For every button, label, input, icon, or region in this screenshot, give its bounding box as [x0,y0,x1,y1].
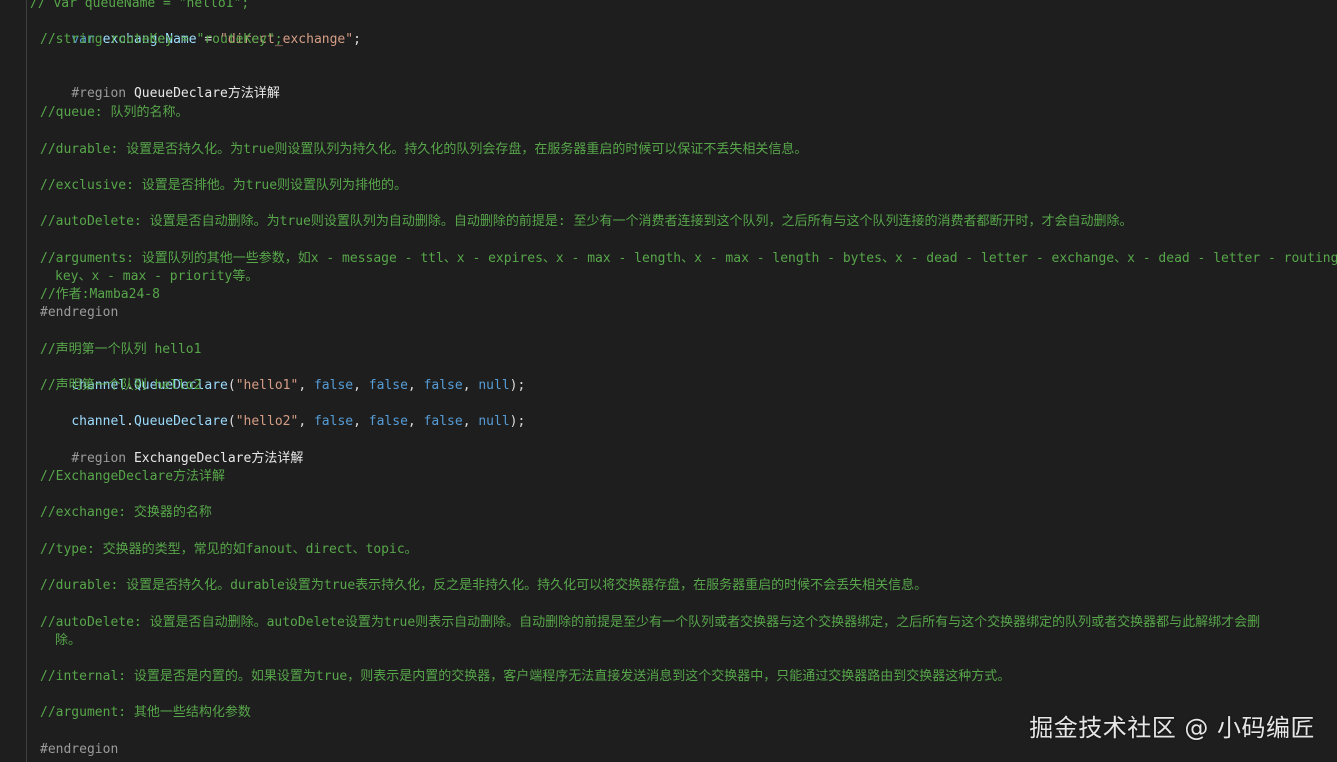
region-name: ExchangeDeclare方法详解 [133,451,304,466]
comma: , [407,414,424,429]
region-directive: #region [71,86,127,101]
dot: . [126,414,134,429]
arg-durable: false [313,378,354,393]
comma: , [462,378,479,393]
comma: , [298,414,314,429]
code-line-commented-route-key: //string routeKey = "routeKey"; [40,32,283,47]
indent-guide [26,0,27,762]
comment-exclusive: //exclusive: 设置是否排他。为true则设置队列为排他的。 [40,178,408,193]
comment-exchange-auto-delete: //autoDelete: 设置是否自动删除。autoDelete设置为true… [40,615,1261,630]
comment-author: //作者:Mamba24-8 [40,287,160,302]
comment-exchange: //exchange: 交换器的名称 [40,505,212,520]
paren-close: ); [509,414,526,429]
paren-close: ); [509,378,526,393]
region-end-queue-declare: #endregion [40,305,119,320]
region-directive: #region [71,451,127,466]
comment-type: //type: 交换器的类型，常见的如fanout、direct、topic。 [40,542,418,557]
code-line-queue-declare-hello2: channel.QueueDeclare("hello2", false, fa… [40,395,525,429]
paren-open: ( [227,378,236,393]
comma: , [298,378,314,393]
region-start-exchange-declare[interactable]: #region ExchangeDeclare方法详解 [40,432,303,466]
region-name: QueueDeclare方法详解 [133,86,280,101]
paren-open: ( [227,414,236,429]
method-queue-declare: QueueDeclare [133,414,228,429]
comment-auto-delete: //autoDelete: 设置是否自动删除。为true则设置队列为自动删除。自… [40,214,1133,229]
arg-auto-delete: false [423,378,463,393]
comma: , [353,378,369,393]
comment-exchange-durable: //durable: 设置是否持久化。durable设置为true表示持久化，反… [40,578,928,593]
comma: , [353,414,369,429]
arg-arguments: null [478,414,510,429]
arg-queue-name: "hello2" [235,414,299,429]
comment-durable: //durable: 设置是否持久化。为true则设置队列为持久化。持久化的队列… [40,142,808,157]
comma: , [407,378,424,393]
arg-auto-delete: false [423,414,463,429]
comment-arguments: //arguments: 设置队列的其他一些参数，如x - message - … [40,251,1337,266]
comment-argument: //argument: 其他一些结构化参数 [40,705,251,720]
code-line-commented-queue-name: // var queueName = "hello1"; [30,0,250,11]
arg-arguments: null [478,378,510,393]
channel-object: channel [71,414,127,429]
comment-queue: //queue: 队列的名称。 [40,105,189,120]
comment-declare-hello1: //声明第一个队列 hello1 [40,342,202,357]
arg-queue-name: "hello1" [235,378,299,393]
code-line-exchange-name: var exchangeName = "direct_exchange"; [40,13,361,47]
comment-exchange-declare: //ExchangeDeclare方法详解 [40,469,226,484]
code-editor[interactable]: // var queueName = "hello1"; var exchang… [0,0,1337,762]
arg-durable: false [313,414,354,429]
code-line-queue-declare-hello1: channel.QueueDeclare("hello1", false, fa… [40,359,525,393]
comment-internal: //internal: 设置是否是内置的。如果设置为true，则表示是内置的交换… [40,669,1011,684]
semicolon: ; [353,32,361,47]
comment-declare-hello2: //声明第一个队列 hello2 [40,378,202,393]
region-end-exchange-declare: #endregion [40,742,119,757]
arg-exclusive: false [368,414,408,429]
comment-arguments-wrapped: key、x - max - priority等。 [55,269,259,284]
comma: , [462,414,479,429]
region-start-queue-declare[interactable]: #region QueueDeclare方法详解 [40,67,280,101]
watermark: 掘金技术社区 @ 小码编匠 [1029,714,1315,742]
arg-exclusive: false [368,378,408,393]
comment-exchange-auto-delete-wrapped: 除。 [55,633,82,648]
